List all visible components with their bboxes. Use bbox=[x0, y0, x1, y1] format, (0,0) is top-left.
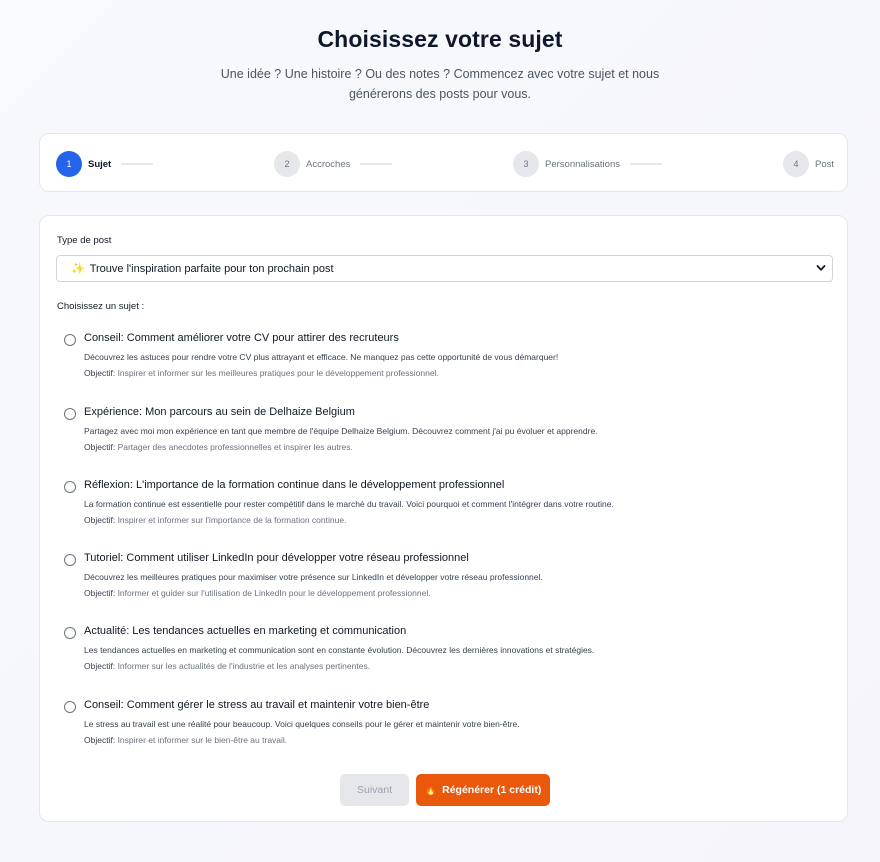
objective-text: Partager des anecdotes professionnelles … bbox=[117, 442, 353, 452]
topic-objective: Objectif: Inspirer et informer sur l'imp… bbox=[84, 515, 346, 525]
topic-radio[interactable] bbox=[64, 408, 76, 420]
regenerate-button[interactable]: 🔥 Régénérer (1 crédit) bbox=[416, 774, 550, 806]
step-label: Personnalisations bbox=[545, 158, 620, 170]
topic-description: La formation continue est essentielle po… bbox=[84, 499, 614, 509]
topic-radio[interactable] bbox=[64, 481, 76, 493]
objective-prefix: Objectif: bbox=[84, 661, 116, 671]
step-number: 4 bbox=[783, 151, 809, 177]
page-subtitle: Une idée ? Une histoire ? Ou des notes ?… bbox=[220, 67, 660, 101]
topic-title: Expérience: Mon parcours au sein de Delh… bbox=[84, 406, 355, 418]
topic-title: Actualité: Les tendances actuelles en ma… bbox=[84, 625, 407, 637]
objective-prefix: Objectif: bbox=[84, 515, 116, 525]
topic-title: Conseil: Comment gérer le stress au trav… bbox=[84, 699, 430, 711]
topic-description: Découvrez les astuces pour rendre votre … bbox=[84, 352, 559, 362]
topic-objective: Objectif: Inspirer et informer sur les m… bbox=[84, 368, 439, 378]
step-connector bbox=[630, 163, 662, 165]
step-accroches[interactable]: 2 Accroches bbox=[274, 150, 393, 178]
step-sujet[interactable]: 1 Sujet bbox=[56, 150, 154, 178]
objective-prefix: Objectif: bbox=[84, 735, 116, 745]
flame-icon: 🔥 bbox=[424, 784, 438, 796]
topic-card: Type de post ✨ Trouve l'inspiration parf… bbox=[39, 215, 848, 822]
objective-text: Inspirer et informer sur l'importance de… bbox=[117, 515, 347, 525]
step-post[interactable]: 4 Post bbox=[783, 150, 834, 178]
topic-radio[interactable] bbox=[64, 334, 76, 346]
topic-description: Partagez avec moi mon expérience en tant… bbox=[84, 426, 598, 436]
progress-stepper: 1 Sujet 2 Accroches 3 Personnalisations … bbox=[39, 133, 848, 192]
topic-description: Découvrez les meilleures pratiques pour … bbox=[84, 572, 543, 582]
topic-title: Réflexion: L'importance de la formation … bbox=[84, 479, 505, 491]
objective-text: Inspirer et informer sur les meilleures … bbox=[117, 368, 439, 378]
sparkle-icon: ✨ bbox=[71, 263, 85, 275]
topic-objective: Objectif: Inspirer et informer sur le bi… bbox=[84, 735, 287, 745]
chevron-down-icon bbox=[816, 265, 826, 271]
step-number: 2 bbox=[274, 151, 300, 177]
topic-title: Conseil: Comment améliorer votre CV pour… bbox=[84, 332, 399, 344]
topic-description: Les tendances actuelles en marketing et … bbox=[84, 645, 595, 655]
step-personnalisations[interactable]: 3 Personnalisations bbox=[513, 150, 662, 178]
topic-description: Le stress au travail est une réalité pou… bbox=[84, 719, 520, 729]
step-connector bbox=[360, 163, 393, 165]
step-label: Sujet bbox=[88, 158, 112, 170]
topic-objective: Objectif: Informer et guider sur l'utili… bbox=[84, 588, 431, 598]
post-type-label: Type de post bbox=[57, 235, 112, 246]
step-label: Accroches bbox=[306, 158, 351, 170]
objective-text: Informer sur les actualités de l'industr… bbox=[117, 661, 371, 671]
step-label: Post bbox=[815, 158, 835, 170]
post-type-value: Trouve l'inspiration parfaite pour ton p… bbox=[89, 262, 334, 275]
topic-radio[interactable] bbox=[64, 554, 76, 566]
objective-prefix: Objectif: bbox=[84, 442, 116, 452]
objective-prefix: Objectif: bbox=[84, 588, 116, 598]
topic-title: Tutoriel: Comment utiliser LinkedIn pour… bbox=[84, 552, 469, 564]
topic-objective: Objectif: Informer sur les actualités de… bbox=[84, 661, 370, 671]
choose-topic-label: Choisissez un sujet : bbox=[57, 301, 145, 312]
regenerate-label: Régénérer (1 crédit) bbox=[442, 784, 542, 796]
topic-objective: Objectif: Partager des anecdotes profess… bbox=[84, 442, 353, 452]
topic-radio[interactable] bbox=[64, 701, 76, 713]
objective-prefix: Objectif: bbox=[84, 368, 116, 378]
step-number: 3 bbox=[513, 151, 539, 177]
objective-text: Inspirer et informer sur le bien-être au… bbox=[117, 735, 288, 745]
next-button[interactable]: Suivant bbox=[340, 774, 409, 806]
page-title: Choisissez votre sujet bbox=[317, 26, 563, 52]
step-number: 1 bbox=[56, 151, 82, 177]
post-type-select[interactable]: ✨ Trouve l'inspiration parfaite pour ton… bbox=[56, 255, 833, 282]
step-connector bbox=[121, 163, 154, 165]
objective-text: Informer et guider sur l'utilisation de … bbox=[117, 588, 431, 598]
topic-radio[interactable] bbox=[64, 627, 76, 639]
